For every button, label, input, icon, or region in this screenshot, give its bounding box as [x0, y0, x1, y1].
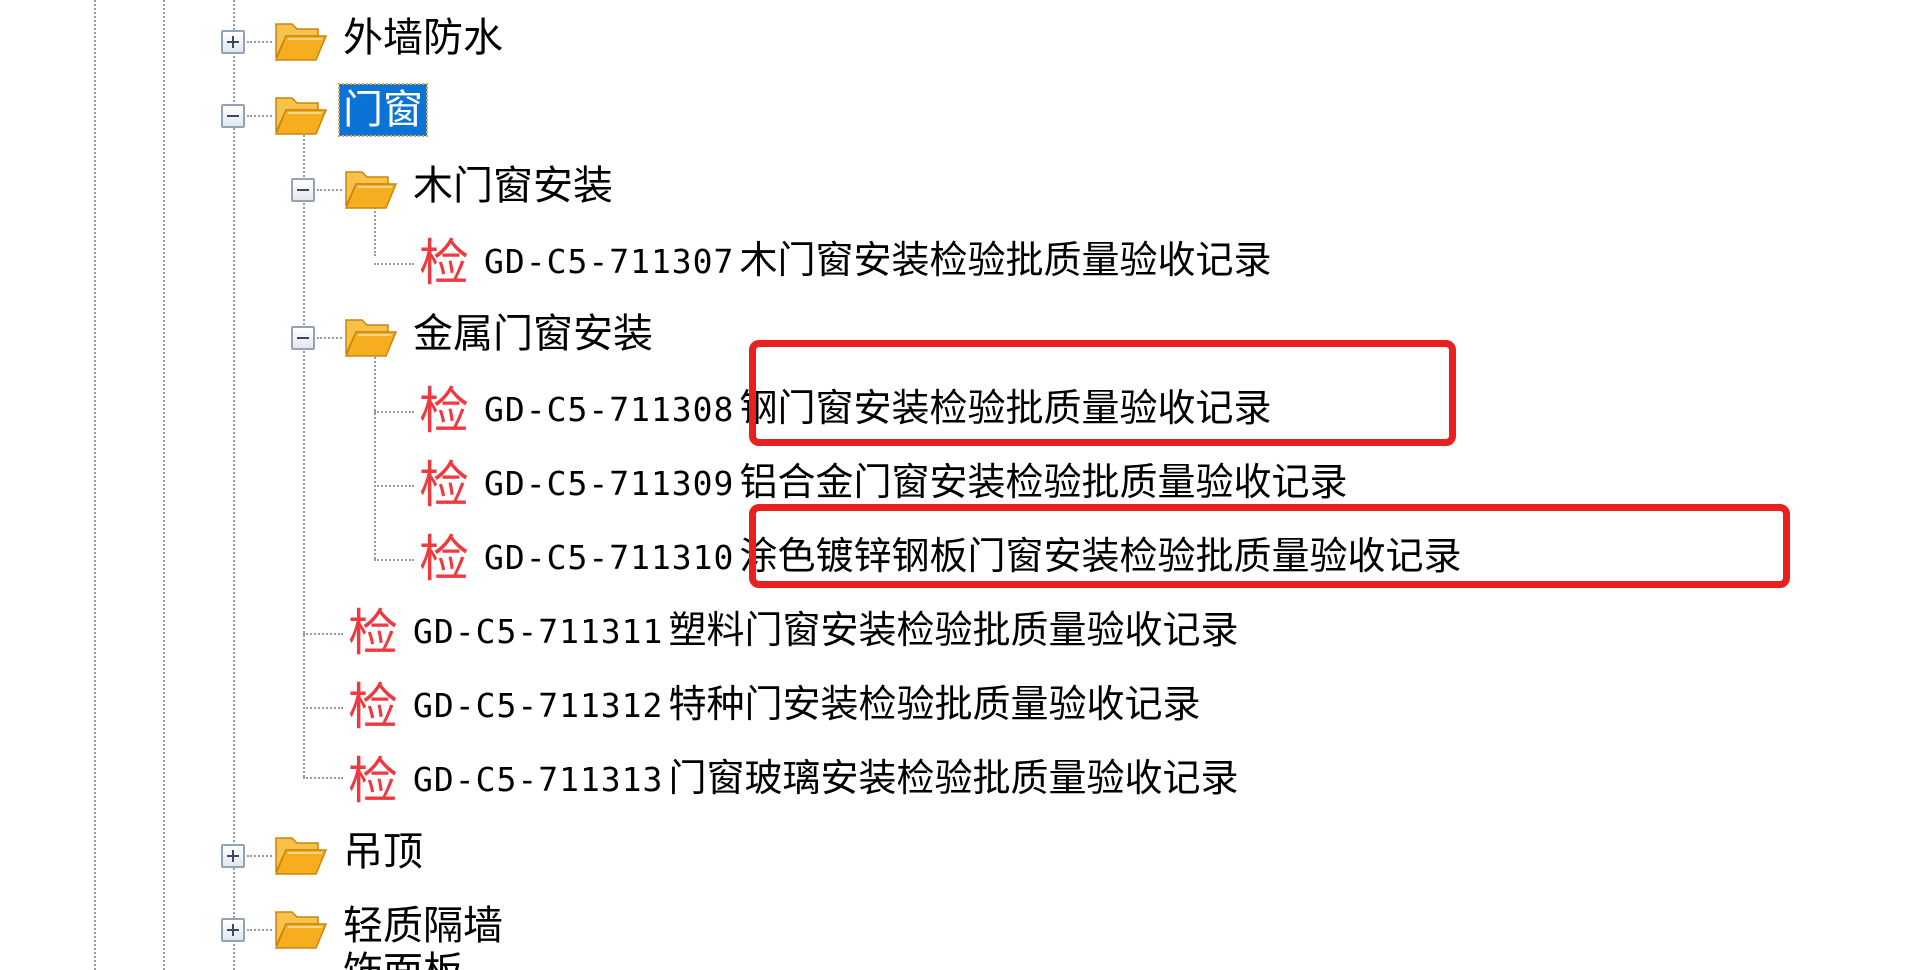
doc-title: 门窗玻璃安装检验批质量验收记录: [668, 756, 1239, 800]
doc-code: GD-C5-711310: [484, 538, 735, 577]
doc-label: GD-C5-711311 塑料门窗安装检验批质量验收记录: [413, 604, 1239, 664]
minus-icon: [227, 115, 239, 117]
tree-doc-item[interactable]: 检 GD-C5-711308 钢门窗安装检验批质量验收记录: [414, 380, 1414, 440]
tree-node-suspended-ceiling[interactable]: 吊顶: [215, 824, 455, 884]
doc-title: 铝合金门窗安装检验批质量验收记录: [739, 460, 1348, 504]
expand-button[interactable]: [221, 918, 245, 942]
doc-code: GD-C5-711313: [413, 760, 664, 799]
doc-title: 钢门窗安装检验批质量验收记录: [739, 386, 1272, 430]
tree-node-exterior-waterproofing[interactable]: 外墙防水: [215, 10, 555, 70]
doc-label: GD-C5-711309 铝合金门窗安装检验批质量验收记录: [484, 456, 1348, 516]
minus-icon: [297, 337, 309, 339]
folder-closed-icon: [272, 904, 328, 952]
inspection-doc-icon: 检: [348, 604, 398, 662]
tree-doc-item[interactable]: 检 GD-C5-711309 铝合金门窗安装检验批质量验收记录: [414, 454, 1514, 514]
folder-label: 饰面板: [339, 946, 467, 970]
tree-guide-line: [303, 130, 305, 777]
doc-code: GD-C5-711308: [484, 390, 735, 429]
tree-connector: [303, 707, 343, 709]
folder-closed-icon: [272, 16, 328, 64]
folder-label-selected: 门窗: [338, 83, 428, 137]
doc-label: GD-C5-711310 涂色镀锌钢板门窗安装检验批质量验收记录: [484, 530, 1462, 590]
folder-label: 木门窗安装: [413, 163, 613, 209]
tree-connector: [303, 777, 343, 779]
folder-label: 吊顶: [343, 829, 423, 875]
doc-title: 特种门安装检验批质量验收记录: [668, 682, 1201, 726]
document-tree: 外墙防水 门窗 木门窗安装 检 GD-C5-711307 木门窗安装检验批质量验…: [0, 0, 1920, 970]
doc-code: GD-C5-711312: [413, 686, 664, 725]
folder-open-icon: [342, 312, 398, 360]
inspection-doc-icon: 检: [419, 530, 469, 588]
inspection-doc-icon: 检: [419, 456, 469, 514]
inspection-doc-icon: 检: [348, 678, 398, 736]
tree-doc-item[interactable]: 检 GD-C5-711312 特种门安装检验批质量验收记录: [343, 676, 1443, 736]
tree-node-partial[interactable]: 饰面板: [215, 949, 555, 970]
doc-title: 涂色镀锌钢板门窗安装检验批质量验收记录: [739, 534, 1462, 578]
doc-title: 塑料门窗安装检验批质量验收记录: [668, 608, 1239, 652]
doc-code: GD-C5-711311: [413, 612, 664, 651]
tree-doc-item[interactable]: 检 GD-C5-711311 塑料门窗安装检验批质量验收记录: [343, 602, 1443, 662]
expand-button[interactable]: [221, 30, 245, 54]
doc-label: GD-C5-711307 木门窗安装检验批质量验收记录: [484, 234, 1272, 294]
doc-code: GD-C5-711307: [484, 242, 735, 281]
tree-doc-item[interactable]: 检 GD-C5-711313 门窗玻璃安装检验批质量验收记录: [343, 750, 1443, 810]
tree-doc-item[interactable]: 检 GD-C5-711307 木门窗安装检验批质量验收记录: [414, 232, 1414, 292]
tree-doc-item[interactable]: 检 GD-C5-711310 涂色镀锌钢板门窗安装检验批质量验收记录: [414, 528, 1714, 588]
expand-button[interactable]: [221, 844, 245, 868]
folder-open-icon: [342, 164, 398, 212]
tree-connector: [374, 411, 414, 413]
tree-node-doors-windows[interactable]: 门窗: [215, 83, 455, 144]
folder-closed-icon: [272, 830, 328, 878]
inspection-doc-icon: 检: [419, 234, 469, 292]
tree-connector: [374, 559, 414, 561]
folder-label: 金属门窗安装: [413, 311, 653, 357]
inspection-doc-icon: 检: [419, 382, 469, 440]
plus-icon-vertical: [232, 36, 234, 48]
doc-title: 木门窗安装检验批质量验收记录: [739, 238, 1272, 282]
doc-label: GD-C5-711308 钢门窗安装检验批质量验收记录: [484, 382, 1272, 442]
folder-label: 外墙防水: [343, 15, 503, 61]
doc-label: GD-C5-711312 特种门安装检验批质量验收记录: [413, 678, 1201, 738]
tree-node-wood-doors-windows[interactable]: 木门窗安装: [285, 158, 665, 218]
plus-icon-vertical: [232, 924, 234, 936]
inspection-doc-icon: 检: [348, 752, 398, 810]
plus-icon-vertical: [232, 850, 234, 862]
doc-label: GD-C5-711313 门窗玻璃安装检验批质量验收记录: [413, 752, 1239, 812]
tree-connector: [303, 633, 343, 635]
tree-guide-line: [94, 0, 96, 970]
tree-connector: [374, 263, 414, 265]
minus-icon: [297, 189, 309, 191]
tree-node-metal-doors-windows[interactable]: 金属门窗安装: [285, 306, 705, 366]
collapse-button[interactable]: [291, 326, 315, 350]
folder-open-icon: [272, 90, 328, 138]
folder-label: 轻质隔墙: [343, 903, 503, 949]
collapse-button[interactable]: [221, 104, 245, 128]
tree-guide-line: [374, 352, 376, 559]
collapse-button[interactable]: [291, 178, 315, 202]
tree-guide-line: [163, 0, 165, 970]
doc-code: GD-C5-711309: [484, 464, 735, 503]
tree-connector: [374, 485, 414, 487]
